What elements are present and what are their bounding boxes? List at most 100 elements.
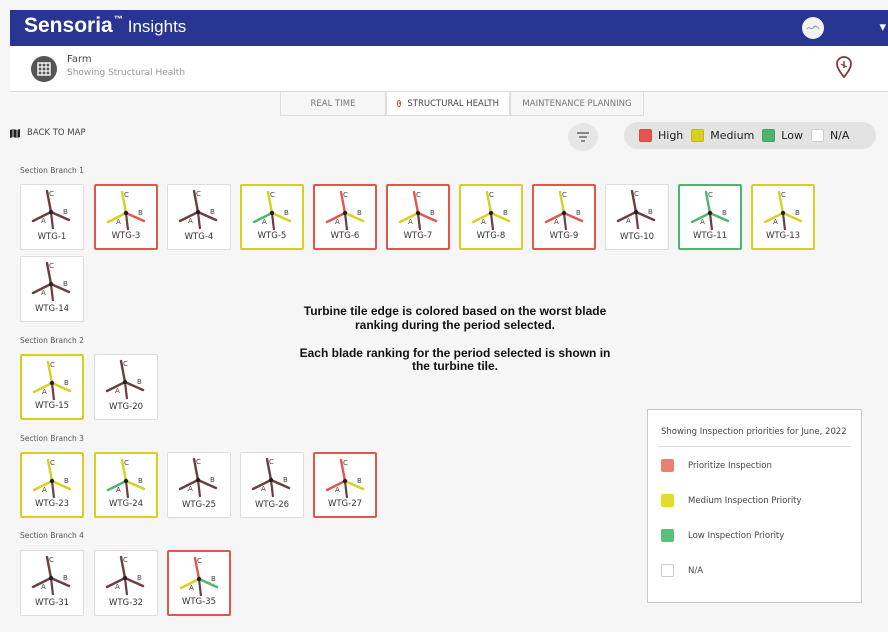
- tower-line: [123, 381, 129, 400]
- tower-line: [49, 211, 55, 230]
- turbine-tile[interactable]: C A B WTG-24: [94, 452, 158, 518]
- map-icon: [10, 128, 20, 138]
- tower-line: [781, 212, 787, 231]
- legend-item-high[interactable]: High: [639, 129, 683, 142]
- blade-label-c: C: [50, 459, 55, 467]
- blade-label-b: B: [722, 209, 727, 217]
- blade-label-c: C: [123, 360, 128, 368]
- top-navigation-bar: Sensoria™ Insights ▾: [10, 10, 888, 46]
- hub: [49, 380, 55, 386]
- blade-label-c: C: [50, 361, 55, 369]
- turbine-tile[interactable]: C A B WTG-27: [313, 452, 377, 518]
- priority-label: Prioritize Inspection: [688, 460, 772, 471]
- blade-label-b: B: [795, 209, 800, 217]
- blade-label-b: B: [284, 209, 289, 217]
- hub: [48, 209, 54, 215]
- trademark-mark: ™: [113, 14, 123, 24]
- turbine-tile[interactable]: C A B WTG-4: [167, 184, 231, 250]
- turbine-tile[interactable]: C A B WTG-32: [94, 550, 158, 616]
- blade-label-c: C: [343, 191, 348, 199]
- turbine-tile[interactable]: C A B WTG-20: [94, 354, 158, 420]
- blade-label-a: A: [261, 485, 266, 493]
- turbine-tile[interactable]: C A B WTG-25: [167, 452, 231, 518]
- turbine-tile[interactable]: C A B WTG-3: [94, 184, 158, 250]
- back-to-map-link[interactable]: BACK TO MAP: [10, 128, 86, 138]
- priority-label: N/A: [688, 565, 704, 576]
- tab-real-time[interactable]: REAL TIME: [280, 92, 386, 116]
- blade-label-b: B: [63, 574, 68, 582]
- hub: [415, 210, 421, 216]
- turbine-tile[interactable]: C A B WTG-23: [20, 452, 84, 518]
- turbine-tile[interactable]: C A B WTG-14: [20, 256, 84, 322]
- hub: [123, 478, 129, 484]
- wind-turbine-icon: C A B: [105, 359, 145, 400]
- farm-subtitle: Showing Structural Health: [67, 68, 186, 78]
- turbine-tile[interactable]: C A B WTG-7: [386, 184, 450, 250]
- turbine-name: WTG-11: [692, 231, 728, 241]
- tower-line: [708, 212, 714, 231]
- legend-item-na[interactable]: N/A: [810, 129, 850, 142]
- turbine-tile[interactable]: C A B WTG-10: [605, 184, 669, 250]
- tower-line: [197, 578, 203, 597]
- blade-label-a: A: [262, 218, 267, 226]
- turbine-tile[interactable]: C A B WTG-9: [532, 184, 596, 250]
- tab-structural-health[interactable]: STRUCTURAL HEALTH: [386, 92, 510, 116]
- turbine-tile[interactable]: C A B WTG-35: [167, 550, 231, 616]
- hub: [123, 210, 129, 216]
- hub: [633, 209, 639, 215]
- blade-label-b: B: [137, 378, 142, 386]
- turbine-tile[interactable]: C A B WTG-13: [751, 184, 815, 250]
- blade-label-c: C: [270, 191, 275, 199]
- hub: [122, 575, 128, 581]
- legend-item-medium[interactable]: Medium: [691, 129, 754, 142]
- chevron-down-icon[interactable]: ▾: [879, 20, 886, 35]
- blade-label-c: C: [489, 191, 494, 199]
- blade-label-a: A: [41, 217, 46, 225]
- legend-swatch: [639, 129, 652, 142]
- blade-label-a: A: [116, 486, 121, 494]
- farm-header: Farm Showing Structural Health: [10, 46, 888, 92]
- hub: [268, 477, 274, 483]
- blade-label-a: A: [335, 218, 340, 226]
- tower-line: [270, 212, 276, 231]
- blade-label-a: A: [335, 486, 340, 494]
- farm-grid-icon: [31, 56, 57, 82]
- note-line: Turbine tile edge is colored based on th…: [303, 304, 607, 332]
- wind-turbine-icon: C A B: [32, 458, 72, 499]
- turbine-name: WTG-35: [181, 597, 217, 607]
- turbine-name: WTG-5: [257, 231, 287, 241]
- annotation-note: Turbine tile edge is colored based on th…: [290, 304, 620, 388]
- sort-button[interactable]: [568, 123, 598, 151]
- wind-turbine-icon: C A B: [32, 360, 72, 401]
- turbine-tile[interactable]: C A B WTG-8: [459, 184, 523, 250]
- priority-swatch: [661, 529, 674, 542]
- tab-label: REAL TIME: [310, 98, 356, 109]
- section-label: Section Branch 3: [20, 434, 84, 443]
- location-pin-icon[interactable]: [836, 56, 852, 78]
- blade-label-a: A: [700, 218, 705, 226]
- user-avatar[interactable]: [802, 17, 824, 39]
- tower-line: [634, 211, 640, 230]
- legend-item-low[interactable]: Low: [762, 129, 803, 142]
- legend-label: N/A: [829, 129, 850, 142]
- turbine-name: WTG-9: [549, 231, 579, 241]
- hub: [342, 478, 348, 484]
- divider: [658, 446, 851, 447]
- turbine-tile[interactable]: C A B WTG-31: [20, 550, 84, 616]
- tab-maintenance-planning[interactable]: MAINTENANCE PLANNING: [510, 92, 644, 116]
- turbine-tile[interactable]: C A B WTG-5: [240, 184, 304, 250]
- turbine-tile[interactable]: C A B WTG-15: [20, 354, 84, 420]
- blade-label-b: B: [211, 575, 216, 583]
- wind-turbine-icon: C A B: [325, 458, 365, 499]
- turbine-name: WTG-27: [327, 499, 363, 509]
- hub: [561, 210, 567, 216]
- turbine-tile[interactable]: C A B WTG-6: [313, 184, 377, 250]
- blade-label-b: B: [648, 208, 653, 216]
- blade-label-b: B: [64, 477, 69, 485]
- turbine-name: WTG-6: [330, 231, 360, 241]
- radio-selected-icon: [397, 100, 402, 107]
- tower-line: [123, 577, 129, 596]
- turbine-tile[interactable]: C A B WTG-26: [240, 452, 304, 518]
- turbine-tile[interactable]: C A B WTG-1: [20, 184, 84, 250]
- turbine-tile[interactable]: C A B WTG-11: [678, 184, 742, 250]
